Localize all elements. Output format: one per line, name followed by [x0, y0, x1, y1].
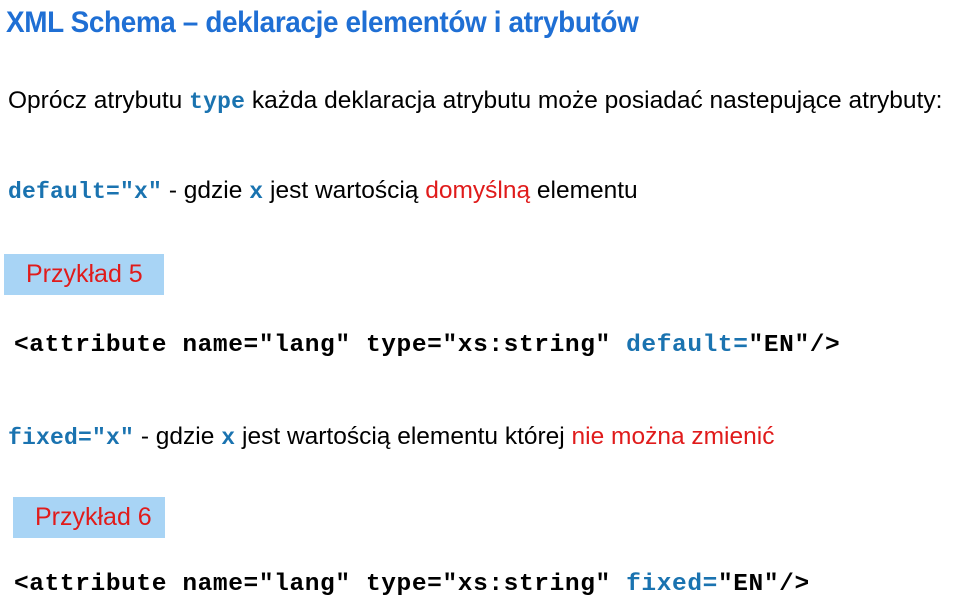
- inline-code-x-fixed: x: [221, 425, 236, 451]
- code-snippet-default-attribute: default=: [626, 332, 749, 359]
- code-snippet-default-prefix: <attribute name="lang" type="xs:string": [14, 332, 627, 359]
- default-highlight-domyslna: domyślną: [425, 177, 531, 204]
- default-text-part1: - gdzie: [162, 177, 250, 204]
- intro-text-part1: Oprócz atrybutu: [8, 87, 190, 114]
- intro-text-part2: każda deklaracja atrybutu może posiadać …: [245, 87, 943, 114]
- intro-paragraph: Oprócz atrybutu type każda deklaracja at…: [8, 82, 956, 121]
- code-snippet-fixed: <attribute name="lang" type="xs:string" …: [14, 570, 810, 600]
- fixed-text-part1: - gdzie: [134, 423, 222, 450]
- default-text-part2: jest wartością: [263, 177, 426, 204]
- inline-code-default: default="x": [8, 179, 163, 205]
- code-snippet-default: <attribute name="lang" type="xs:string" …: [14, 331, 840, 361]
- inline-code-fixed: fixed="x": [8, 425, 135, 451]
- slide-canvas: XML Schema – deklaracje elementów i atry…: [0, 0, 960, 603]
- fixed-text-part2: jest wartością elementu której: [235, 423, 572, 450]
- code-snippet-default-suffix: "EN"/>: [748, 332, 841, 359]
- code-snippet-fixed-suffix: "EN"/>: [717, 571, 810, 598]
- example-label-6: Przykład 6: [13, 497, 165, 538]
- page-title: XML Schema – deklaracje elementów i atry…: [6, 6, 639, 39]
- code-snippet-fixed-attribute: fixed=: [626, 571, 718, 598]
- default-text-part3: elementu: [530, 177, 638, 204]
- fixed-attribute-paragraph: fixed="x" - gdzie x jest wartością eleme…: [8, 418, 956, 457]
- fixed-highlight-nie-mozna-zmienic: nie można zmienić: [571, 423, 775, 450]
- inline-code-type: type: [189, 89, 246, 115]
- default-attribute-paragraph: default="x" - gdzie x jest wartością dom…: [8, 172, 956, 211]
- inline-code-x-default: x: [249, 179, 264, 205]
- example-label-5: Przykład 5: [4, 254, 164, 295]
- code-snippet-fixed-prefix: <attribute name="lang" type="xs:string": [14, 571, 627, 598]
